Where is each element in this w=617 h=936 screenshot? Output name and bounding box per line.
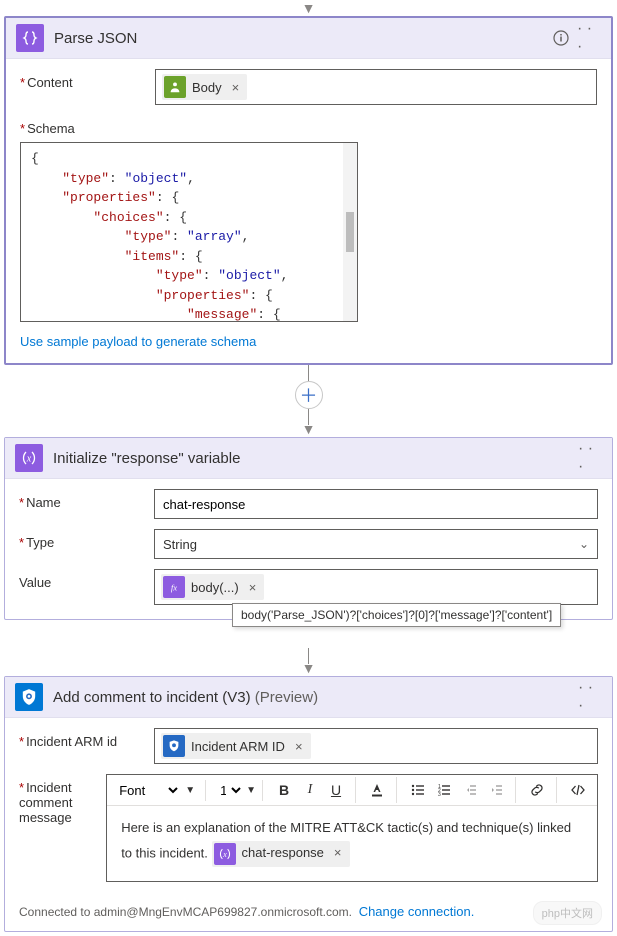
add-comment-card[interactable]: Add comment to incident (V3) (Preview) ·… xyxy=(4,676,613,932)
arrow-down-icon: ▼ xyxy=(302,0,316,16)
indent-button[interactable] xyxy=(483,777,509,803)
connector-2: ▼ xyxy=(4,648,613,676)
remove-token-icon[interactable]: × xyxy=(291,739,307,754)
more-icon[interactable]: · · · xyxy=(578,446,602,470)
italic-button[interactable]: I xyxy=(297,777,323,803)
name-input[interactable] xyxy=(154,489,598,519)
remove-token-icon[interactable]: × xyxy=(330,843,346,864)
type-label: Type xyxy=(19,529,154,550)
bold-button[interactable]: B xyxy=(271,777,297,803)
card-title: Initialize "response" variable xyxy=(53,450,578,467)
change-connection-link[interactable]: Change connection. xyxy=(359,904,475,919)
name-label: Name xyxy=(19,489,154,510)
svg-text:x: x xyxy=(222,850,227,859)
remove-token-icon[interactable]: × xyxy=(245,580,261,595)
underline-button[interactable]: U xyxy=(323,777,349,803)
json-icon xyxy=(16,24,44,52)
connector-1: ＋ ▼ xyxy=(4,365,613,437)
arrow-down-icon: ▼ xyxy=(302,660,316,676)
svg-text:x: x xyxy=(26,454,32,465)
connector-in: ▼ xyxy=(4,4,613,16)
armid-token[interactable]: Incident ARM ID × xyxy=(161,733,311,759)
editor-body[interactable]: Here is an explanation of the MITRE ATT&… xyxy=(107,806,597,881)
body-token-icon xyxy=(164,76,186,98)
chevron-down-icon: ▼ xyxy=(185,785,195,796)
value-input[interactable]: fx body(...) × xyxy=(154,569,598,605)
code-view-button[interactable] xyxy=(565,777,591,803)
font-select[interactable]: Font xyxy=(113,780,181,801)
arrow-down-icon: ▼ xyxy=(302,421,316,437)
card-title: Add comment to incident (V3) (Preview) xyxy=(53,689,578,706)
link-button[interactable] xyxy=(524,777,550,803)
body-token[interactable]: Body × xyxy=(162,74,247,100)
chevron-down-icon: ⌄ xyxy=(579,537,589,551)
add-step-button[interactable]: ＋ xyxy=(295,381,323,409)
value-label: Value xyxy=(19,569,154,590)
card-header[interactable]: Parse JSON · · · xyxy=(6,18,611,59)
schema-label: Schema xyxy=(20,115,155,136)
rich-editor[interactable]: Font ▼ 12 ▼ B I U xyxy=(106,774,598,882)
fontsize-select[interactable]: 12 xyxy=(214,780,244,801)
remove-token-icon[interactable]: × xyxy=(228,80,244,95)
svg-text:3: 3 xyxy=(438,792,441,798)
content-input[interactable]: Body × xyxy=(155,69,597,105)
more-icon[interactable]: · · · xyxy=(577,26,601,50)
svg-text:fx: fx xyxy=(171,583,177,593)
initialize-variable-card[interactable]: x Initialize "response" variable · · · N… xyxy=(4,437,613,620)
outdent-button[interactable] xyxy=(457,777,483,803)
editor-toolbar: Font ▼ 12 ▼ B I U xyxy=(107,775,597,806)
chevron-down-icon: ▼ xyxy=(246,785,256,796)
connection-info: Connected to admin@MngEnvMCAP699827.onmi… xyxy=(5,898,612,931)
schema-editor[interactable]: { "type": "object", "properties": { "cho… xyxy=(20,142,358,322)
expression-tooltip: body('Parse_JSON')?['choices']?[0]?['mes… xyxy=(232,603,561,627)
card-header[interactable]: Add comment to incident (V3) (Preview) ·… xyxy=(5,677,612,718)
schema-code: { "type": "object", "properties": { "cho… xyxy=(31,149,351,322)
watermark: php中文网 xyxy=(533,901,602,925)
card-header[interactable]: x Initialize "response" variable · · · xyxy=(5,438,612,479)
expression-token[interactable]: fx body(...) × xyxy=(161,574,264,600)
message-label: Incident comment message xyxy=(19,774,106,825)
card-title: Parse JSON xyxy=(54,30,549,47)
sentinel-icon xyxy=(15,683,43,711)
armid-label: Incident ARM id xyxy=(19,728,154,749)
scrollbar[interactable] xyxy=(343,143,357,321)
sample-payload-link[interactable]: Use sample payload to generate schema xyxy=(20,334,256,349)
chat-response-token[interactable]: x chat-response × xyxy=(212,841,350,867)
more-icon[interactable]: · · · xyxy=(578,685,602,709)
variable-icon: x xyxy=(15,444,43,472)
bullet-list-button[interactable] xyxy=(405,777,431,803)
type-select[interactable]: String ⌄ xyxy=(154,529,598,559)
info-icon[interactable] xyxy=(549,26,573,50)
number-list-button[interactable]: 123 xyxy=(431,777,457,803)
variable-token-icon: x xyxy=(214,843,236,865)
font-color-button[interactable] xyxy=(364,777,390,803)
parse-json-card[interactable]: Parse JSON · · · Content Body × xyxy=(4,16,613,365)
armid-input[interactable]: Incident ARM ID × xyxy=(154,728,598,764)
content-label: Content xyxy=(20,69,155,90)
sentinel-token-icon xyxy=(163,735,185,757)
fx-icon: fx xyxy=(163,576,185,598)
